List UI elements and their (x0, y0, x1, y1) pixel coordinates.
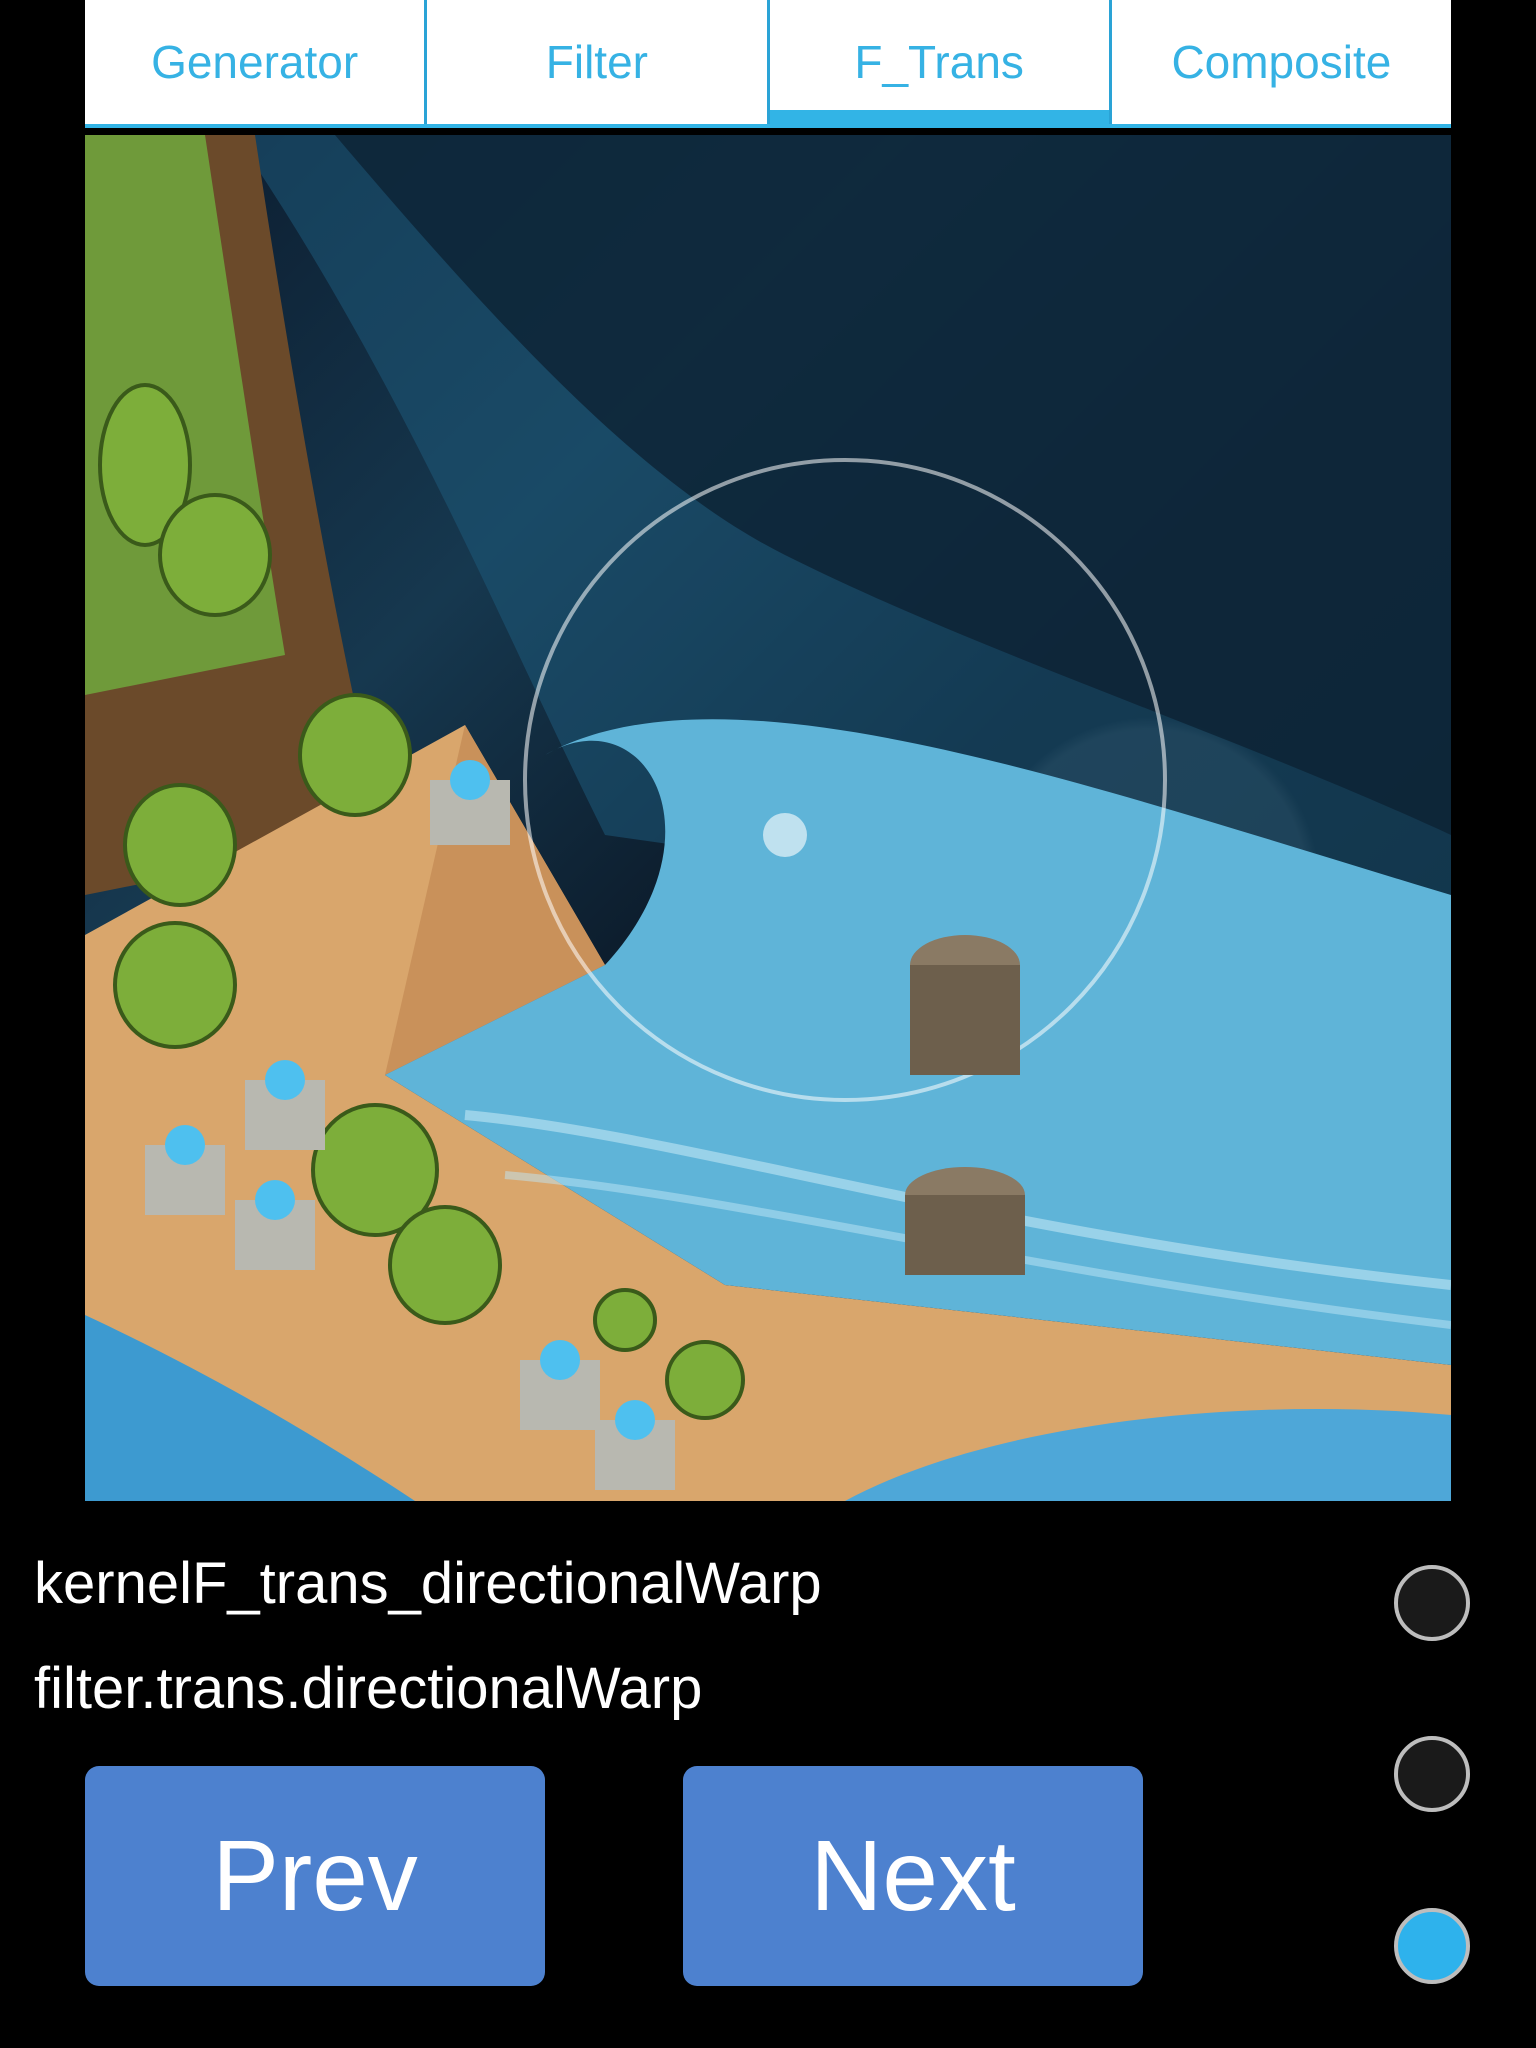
radio-option-2[interactable] (1394, 1736, 1470, 1812)
warped-scene-illustration (85, 135, 1451, 1501)
radio-option-3[interactable] (1394, 1908, 1470, 1984)
tab-bar: Generator Filter F_Trans Composite (85, 0, 1451, 128)
radio-option-1[interactable] (1394, 1565, 1470, 1641)
tab-filter[interactable]: Filter (427, 0, 770, 124)
next-button[interactable]: Next (683, 1766, 1143, 1986)
prev-button[interactable]: Prev (85, 1766, 545, 1986)
kernel-name-label: kernelF_trans_directionalWarp (34, 1551, 822, 1616)
tab-composite[interactable]: Composite (1112, 0, 1451, 124)
tab-generator[interactable]: Generator (85, 0, 428, 124)
filter-name-label: filter.trans.directionalWarp (34, 1656, 703, 1721)
preview-image (85, 135, 1451, 1501)
tab-f-trans[interactable]: F_Trans (769, 0, 1112, 128)
